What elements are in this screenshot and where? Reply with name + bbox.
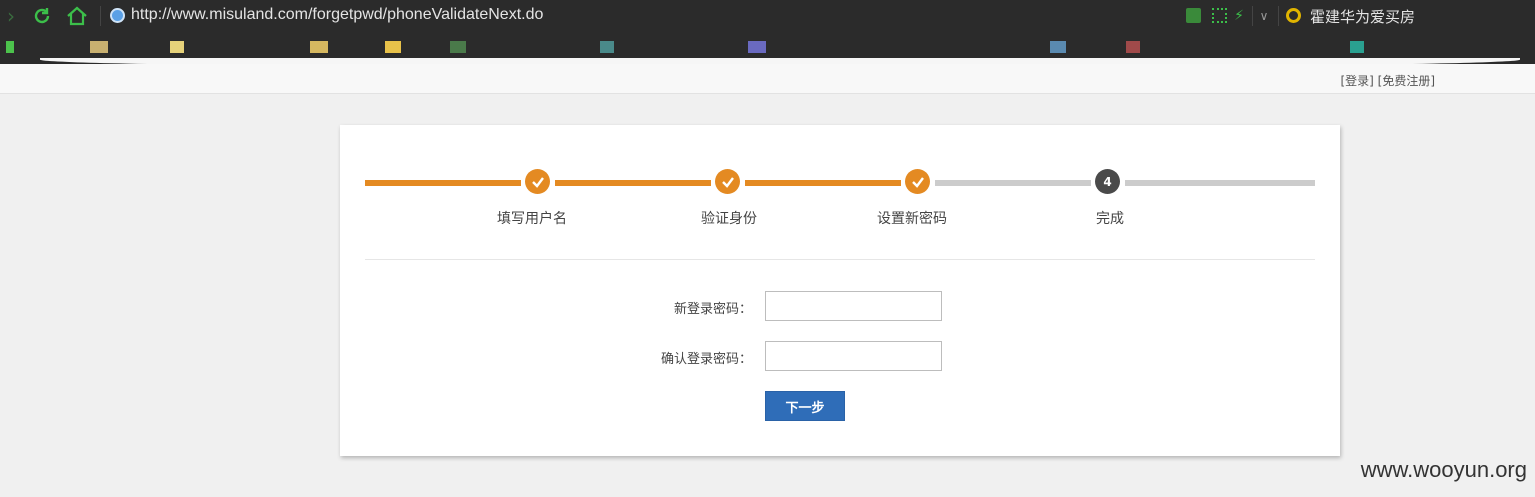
bookmark-icon[interactable] <box>6 41 14 53</box>
watermark: www.wooyun.org <box>1360 457 1527 482</box>
bookmark-item[interactable] <box>1126 41 1140 53</box>
site-header: [登录] [免费注册] <box>0 64 1535 94</box>
bookmark-item[interactable] <box>450 41 466 53</box>
calendar-extension-icon[interactable] <box>1186 8 1201 23</box>
confirm-password-label: 确认登录密码： <box>660 352 752 367</box>
step-label-3: 设置新密码 <box>877 211 947 227</box>
browser-toolbar: › http://www.misuland.com/forgetpwd/phon… <box>0 0 1535 32</box>
step-label-4: 完成 <box>1096 211 1124 227</box>
login-register-links[interactable]: [登录] [免费注册] <box>1340 72 1435 89</box>
progress-bar-segment <box>935 180 1091 186</box>
step-3-check-icon <box>905 169 930 194</box>
lightning-icon[interactable]: ⚡ <box>1232 5 1246 27</box>
search-engine-icon <box>1286 8 1301 23</box>
progress-bar-segment <box>745 180 901 186</box>
progress-bar-segment <box>555 180 711 186</box>
bookmarks-bar <box>0 32 1535 64</box>
bookmark-folder-icon[interactable] <box>385 41 401 53</box>
bookmark-folder-icon[interactable] <box>310 41 328 53</box>
step-2-check-icon <box>715 169 740 194</box>
bookmark-item[interactable] <box>1350 41 1364 53</box>
next-step-button[interactable]: 下一步 <box>765 391 845 421</box>
bookmark-item[interactable] <box>600 41 614 53</box>
progress-bar-segment <box>365 180 521 186</box>
bookmark-item[interactable] <box>90 41 108 53</box>
progress-bar-segment <box>1125 180 1315 186</box>
qr-code-icon[interactable] <box>1212 8 1227 23</box>
forward-icon[interactable]: › <box>4 4 18 28</box>
search-box[interactable]: 霍建华为爱买房 <box>1310 6 1415 27</box>
step-label-1: 填写用户名 <box>497 211 567 227</box>
new-password-input[interactable] <box>765 291 942 321</box>
address-bar[interactable]: http://www.misuland.com/forgetpwd/phoneV… <box>131 6 543 24</box>
bookmark-item[interactable] <box>1050 41 1066 53</box>
step-label-2: 验证身份 <box>701 211 757 227</box>
confirm-password-input[interactable] <box>765 341 942 371</box>
new-password-label: 新登录密码： <box>673 302 752 317</box>
home-icon[interactable] <box>64 5 90 27</box>
chevron-down-icon[interactable]: ∨ <box>1256 5 1272 27</box>
toolbar-separator <box>1278 6 1279 26</box>
step-4-number: 4 <box>1095 169 1120 194</box>
reload-icon[interactable] <box>30 5 54 27</box>
toolbar-separator <box>1252 6 1253 26</box>
reset-password-card: 4 填写用户名 验证身份 设置新密码 完成 新登录密码： 确认登录密码： 下一步 <box>340 125 1340 456</box>
bookmark-item[interactable] <box>748 41 766 53</box>
toolbar-separator <box>100 6 101 26</box>
section-divider <box>365 259 1315 260</box>
bookmark-item[interactable] <box>170 41 184 53</box>
step-1-check-icon <box>525 169 550 194</box>
site-globe-icon <box>110 8 125 23</box>
